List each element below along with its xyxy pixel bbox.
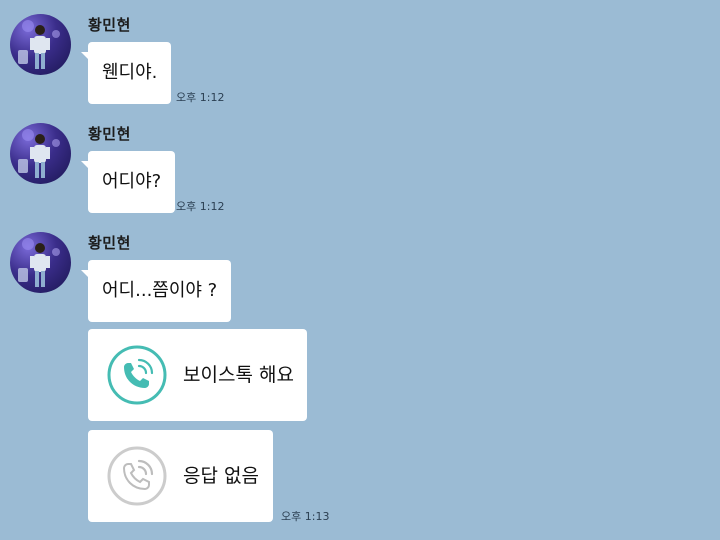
phone-call-icon bbox=[107, 345, 167, 405]
sender-name: 황민현 bbox=[88, 16, 131, 34]
message-time: 오후 1:12 bbox=[176, 200, 225, 213]
message-time: 오후 1:13 bbox=[281, 510, 330, 523]
sender-avatar[interactable] bbox=[10, 14, 71, 75]
message-text: 웬디야. bbox=[102, 62, 158, 83]
voice-call-label: 보이스톡 해요 bbox=[183, 364, 294, 386]
sender-avatar[interactable] bbox=[10, 232, 71, 293]
message-time: 오후 1:12 bbox=[176, 91, 225, 104]
sender-name: 황민현 bbox=[88, 125, 131, 143]
no-answer-label: 응답 없음 bbox=[183, 465, 259, 487]
phone-missed-icon bbox=[107, 446, 167, 506]
avatar-image bbox=[18, 238, 60, 287]
message-bubble[interactable]: 어디야? bbox=[80, 151, 176, 213]
message-bubble[interactable]: 웬디야. bbox=[80, 42, 172, 104]
message-text: 어디야? bbox=[102, 171, 162, 192]
no-answer-call-card[interactable]: 응답 없음 bbox=[88, 430, 273, 522]
message-text: 어디...쯤이야 ? bbox=[102, 280, 218, 301]
voice-call-card[interactable]: 보이스톡 해요 bbox=[88, 329, 307, 421]
avatar-image bbox=[18, 129, 60, 178]
avatar-image bbox=[18, 20, 60, 69]
message-bubble[interactable]: 어디...쯤이야 ? bbox=[80, 260, 232, 322]
sender-avatar[interactable] bbox=[10, 123, 71, 184]
sender-name: 황민현 bbox=[88, 234, 131, 252]
